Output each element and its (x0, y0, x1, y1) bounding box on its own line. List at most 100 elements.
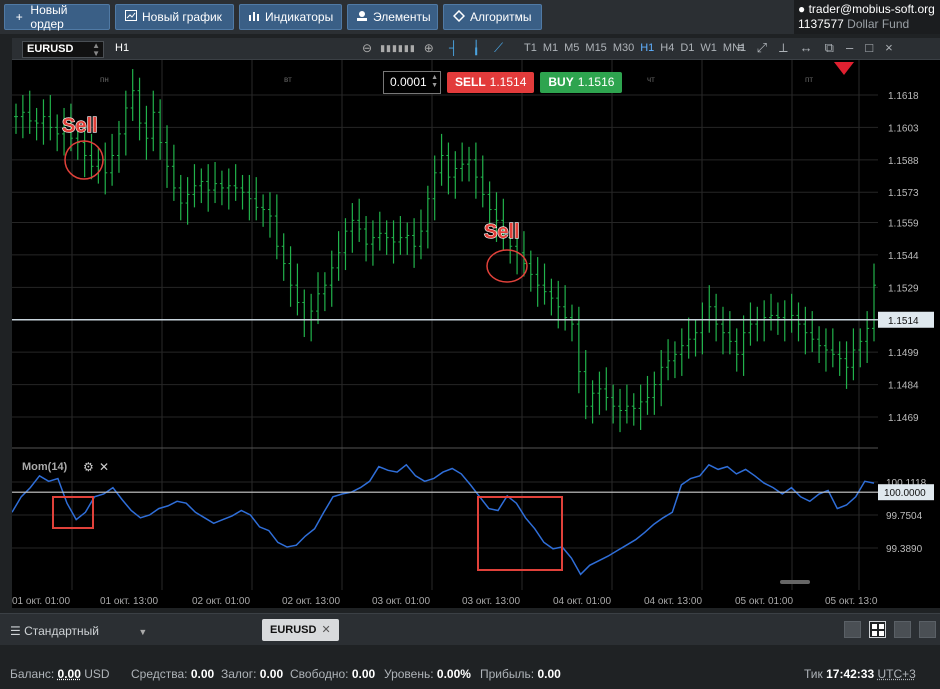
fork-icon[interactable]: ⟂ (779, 40, 788, 56)
algorithms-icon (452, 9, 465, 25)
timeframe-h4[interactable]: H4 (660, 42, 674, 54)
price-tick: 1.1618 (888, 91, 919, 102)
price-tick: 1.1529 (888, 283, 919, 294)
time-axis-label: 05 окт. 01:00 (735, 596, 793, 607)
candle-chart-icon[interactable]: ╽ (472, 40, 480, 56)
chart-tab-bar: ☰ Стандартный ▼ EURUSD ✕ (0, 613, 940, 645)
elements-icon (356, 10, 368, 25)
algorithms-button[interactable]: Алгоритмы (443, 4, 542, 30)
day-label: чт (647, 75, 655, 84)
spinner-icon: ▲ ▼ (92, 41, 100, 58)
top-toolbar: + Новый ордер Новый график Индикаторы Эл… (0, 0, 940, 34)
zoom-slider[interactable]: ▮▮▮▮▮▮ (380, 43, 416, 54)
sell-button[interactable]: SELL 1.1514 (447, 72, 535, 93)
window-tools: ≡ ⤢ ⟂ ↔ ⧉ – □ × (737, 40, 893, 56)
price-chart[interactable]: пнвтсрчтпт01 окт. 01:0001 окт. 13:0002 о… (12, 60, 878, 608)
time-axis-label: 04 окт. 01:00 (553, 596, 611, 607)
time-axis-label: 04 окт. 13:00 (644, 596, 702, 607)
momentum-tick: 99.7504 (886, 511, 923, 522)
timezone-selector[interactable]: UTC+3 (878, 667, 916, 681)
margin: Залог: 0.00 (221, 667, 284, 681)
time-axis-label: 01 окт. 13:00 (100, 596, 158, 607)
sell-annotation: Sell (62, 115, 98, 137)
indicator-settings-icon[interactable]: ⚙ (83, 460, 94, 474)
day-label: вт (284, 75, 292, 84)
timeframe-m15[interactable]: M15 (585, 42, 606, 54)
sell-annotation: Sell (484, 221, 520, 243)
zoom-control: ⊖ ▮▮▮▮▮▮ ⊕ (362, 41, 434, 55)
margin-level: Уровень: 0.00% (384, 667, 471, 681)
time-axis-label: 01 окт. 01:00 (12, 596, 70, 607)
quantity-input[interactable]: 0.0001 ▲ ▼ (383, 71, 441, 94)
zoom-out-icon[interactable]: ⊖ (362, 41, 372, 55)
price-tick: 1.1588 (888, 156, 919, 167)
zoom-in-icon[interactable]: ⊕ (424, 41, 434, 55)
account-fund: Dollar Fund (847, 17, 910, 31)
free-margin: Свободно: 0.00 (290, 667, 376, 681)
split-vertical-view-icon[interactable] (894, 621, 911, 638)
balance: Баланс: 0.00 USD (10, 667, 110, 681)
day-label: пн (100, 75, 109, 84)
split-horizontal-view-icon[interactable] (919, 621, 936, 638)
close-tab-icon[interactable]: ✕ (321, 624, 330, 636)
indicator-label: Mom(14) (22, 461, 68, 473)
timeframe-m30[interactable]: M30 (613, 42, 634, 54)
price-tick: 1.1559 (888, 219, 919, 230)
price-axis: 1.1618 1.1603 1.1588 1.1573 1.1559 1.1544 1.15… (878, 60, 940, 608)
close-icon[interactable]: × (885, 40, 893, 56)
timeframe-m1[interactable]: M1 (543, 42, 558, 54)
new-chart-button[interactable]: Новый график (115, 4, 234, 30)
account-user: trader@mobius-soft.org (808, 2, 935, 16)
status-bar: Баланс: 0.00 USD Средства: 0.00 Залог: 0… (0, 660, 940, 689)
price-tick: 1.1603 (888, 123, 919, 134)
maximize-icon[interactable]: □ (865, 40, 873, 56)
minimize-icon[interactable]: – (846, 40, 853, 56)
single-view-icon[interactable] (844, 621, 861, 638)
hline-icon[interactable]: ↔ (800, 40, 813, 56)
bar-chart-icon[interactable]: ┤ (449, 40, 458, 56)
timeframe-w1[interactable]: W1 (700, 42, 717, 54)
price-tick: 1.1573 (888, 188, 919, 199)
account-id: 1137577 (798, 17, 844, 31)
horizontal-scrollbar[interactable] (780, 580, 810, 584)
quantity-spinner-icon[interactable]: ▲ ▼ (431, 74, 438, 90)
time-axis-label: 02 окт. 13:00 (282, 596, 340, 607)
server-time: Тик 17:42:33 UTC+3 (804, 667, 916, 681)
timeframe-h1[interactable]: H1 (640, 42, 654, 54)
buy-button[interactable]: BUY 1.1516 (540, 72, 623, 93)
time-axis-label: 02 окт. 01:00 (192, 596, 250, 607)
price-tick: 1.1484 (888, 381, 919, 392)
time-axis-label: 05 окт. 13:00 (825, 596, 878, 607)
layout-selector[interactable]: ☰ Стандартный ▼ (10, 624, 147, 638)
trendline-icon[interactable]: ⤢ (757, 40, 767, 56)
current-momentum-value: 100.0000 (884, 488, 926, 499)
chart-window-header: EURUSD ▲ ▼ H1 ⊖ ▮▮▮▮▮▮ ⊕ ┤ ╽ ⟋ T1 M1 M5 M15 M… (12, 38, 940, 60)
indicator-close-icon[interactable]: ✕ (99, 460, 109, 474)
timeframe-m5[interactable]: M5 (564, 42, 579, 54)
current-timeframe: H1 (115, 42, 130, 54)
tab-eurusd[interactable]: EURUSD ✕ (262, 619, 339, 641)
current-price-value: 1.1514 (888, 316, 919, 327)
plus-icon: + (15, 10, 23, 24)
grid-view-icon[interactable] (869, 621, 886, 638)
timeframe-t1[interactable]: T1 (524, 42, 537, 54)
timeframe-d1[interactable]: D1 (680, 42, 694, 54)
price-tick: 1.1469 (888, 413, 919, 424)
day-label: пт (805, 75, 813, 84)
popout-icon[interactable]: ⧉ (825, 40, 834, 56)
symbol-selector[interactable]: EURUSD ▲ ▼ (22, 41, 104, 58)
chart-icon (124, 10, 137, 24)
settings-icon[interactable]: ≡ (737, 40, 745, 56)
elements-button[interactable]: Элементы (347, 4, 438, 30)
new-order-button[interactable]: + Новый ордер (4, 3, 110, 31)
chevron-down-icon: ▼ (138, 627, 148, 637)
line-chart-icon[interactable]: ⟋ (494, 40, 503, 56)
indicators-button[interactable]: Индикаторы (239, 4, 342, 30)
account-info[interactable]: ● trader@mobius-soft.org 1137577 Dollar … (794, 0, 940, 34)
time-axis-label: 03 окт. 13:00 (462, 596, 520, 607)
indicators-icon (248, 10, 260, 24)
price-tick: 1.1499 (888, 348, 919, 359)
time-axis-label: 03 окт. 01:00 (372, 596, 430, 607)
equity: Средства: 0.00 (131, 667, 215, 681)
price-tick: 1.1544 (888, 251, 919, 262)
